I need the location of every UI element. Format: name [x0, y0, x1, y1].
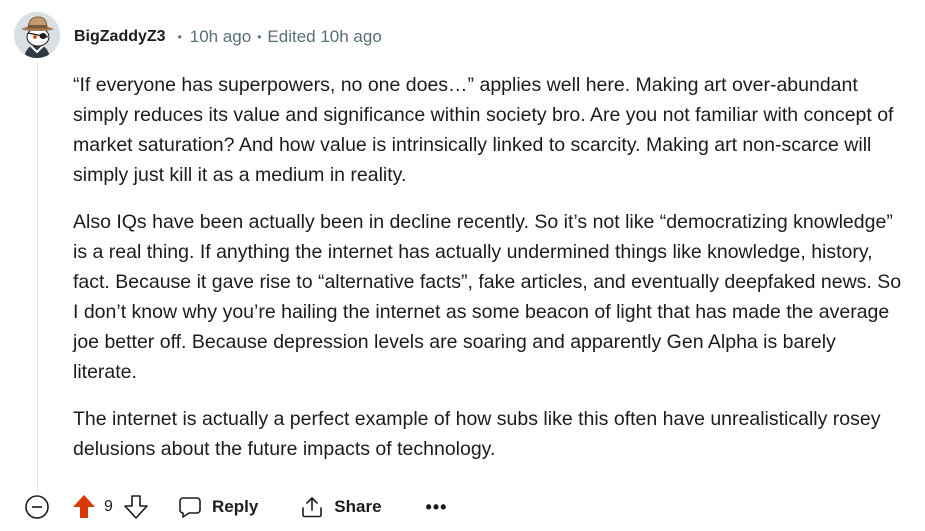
more-options-button[interactable]: ••• — [426, 497, 448, 518]
downvote-arrow-icon — [124, 495, 148, 519]
comment-body: “If everyone has superpowers, no one doe… — [73, 70, 903, 481]
share-label: Share — [334, 497, 382, 516]
avatar-illustration-icon — [14, 12, 60, 58]
meta-separator: • — [177, 30, 182, 44]
thread-line — [37, 62, 38, 492]
share-arrow-icon — [302, 497, 323, 518]
share-button[interactable]: Share — [300, 495, 382, 519]
speech-bubble-icon — [179, 497, 201, 518]
reply-button[interactable]: Reply — [178, 495, 258, 519]
upvote-arrow-icon — [73, 495, 95, 518]
author-name[interactable]: BigZaddyZ3 — [74, 28, 166, 46]
comment-paragraph-3: The internet is actually a perfect examp… — [73, 408, 881, 460]
edited-timestamp: Edited 10h ago — [267, 27, 382, 46]
comment-paragraph-1: “If everyone has superpowers, no one doe… — [73, 74, 894, 186]
reply-label: Reply — [212, 497, 259, 516]
minus-circle-icon — [25, 495, 49, 519]
user-avatar[interactable] — [14, 12, 60, 58]
comment-paragraph-2: Also IQs have been actually been in decl… — [73, 211, 902, 383]
upvote-button[interactable] — [70, 493, 98, 521]
collapse-button[interactable] — [24, 494, 50, 520]
ellipsis-icon: ••• — [425, 496, 448, 517]
vote-score: 9 — [104, 498, 113, 515]
meta-separator-2: • — [257, 30, 262, 44]
comment-action-bar: 9 Reply Share ••• — [24, 490, 447, 524]
comment-header: BigZaddyZ3 • 10h ago • Edited 10h ago — [74, 25, 382, 49]
timestamp[interactable]: 10h ago — [190, 27, 251, 47]
downvote-button[interactable] — [122, 493, 150, 521]
